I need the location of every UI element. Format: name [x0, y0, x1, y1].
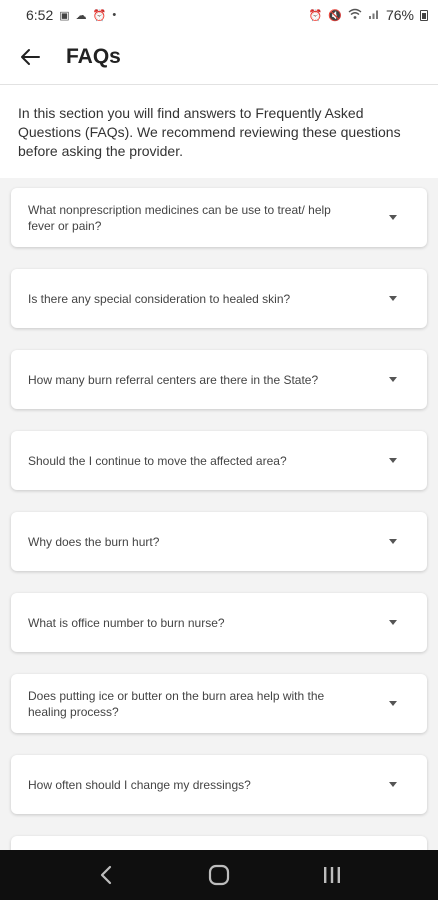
cloud-icon: ☁	[75, 9, 87, 22]
signal-icon	[368, 7, 380, 23]
faq-question: Does putting ice or butter on the burn a…	[28, 688, 325, 719]
status-right: ⏰ 🔇 76%	[309, 7, 428, 23]
mute-icon: 🔇	[328, 9, 342, 22]
faq-item[interactable]: Does putting ice or butter on the burn a…	[11, 674, 427, 733]
chevron-down-icon	[389, 377, 397, 382]
chevron-down-icon	[389, 296, 397, 301]
faq-question: What nonprescription medicines can be us…	[28, 202, 331, 233]
nav-home-icon	[208, 864, 230, 886]
alarm-icon: ⏰	[92, 9, 107, 22]
image-icon: ▣	[59, 9, 70, 22]
alarm-icon: ⏰	[308, 9, 323, 22]
faq-list: What nonprescription medicines can be us…	[0, 178, 438, 850]
faq-item[interactable]: How often should I change my dressings?	[11, 755, 427, 814]
nav-back-button[interactable]	[76, 853, 136, 897]
faq-question: Is there any special consideration to he…	[28, 291, 291, 306]
faq-item[interactable]: What nonprescription medicines can be us…	[11, 188, 427, 247]
back-button[interactable]	[0, 30, 60, 85]
faq-question: Should the I continue to move the affect…	[28, 453, 287, 468]
faq-question: How many burn referral centers are there…	[28, 372, 319, 387]
status-time: 6:52	[26, 7, 54, 23]
battery-percent: 76%	[385, 7, 414, 23]
nav-recents-button[interactable]	[302, 853, 362, 897]
chevron-down-icon	[389, 215, 397, 220]
nav-home-button[interactable]	[189, 853, 249, 897]
faq-question: What is office number to burn nurse?	[28, 615, 225, 630]
status-bar: 6:52 ▣ ☁ ⏰ • ⏰ 🔇 76%	[0, 0, 438, 30]
chevron-down-icon	[389, 620, 397, 625]
chevron-down-icon	[389, 701, 397, 706]
app-bar: FAQs	[0, 30, 438, 85]
faq-item[interactable]: Is there any special consideration to he…	[11, 269, 427, 328]
page-title: FAQs	[66, 45, 121, 68]
system-nav-bar	[0, 850, 438, 900]
faq-question: How often should I change my dressings?	[28, 777, 251, 792]
chevron-down-icon	[389, 458, 397, 463]
faq-list-container[interactable]: What nonprescription medicines can be us…	[0, 178, 438, 850]
faq-item[interactable]: Should the I continue to move the affect…	[11, 431, 427, 490]
battery-icon	[420, 9, 428, 21]
faq-item[interactable]: What is office number to burn nurse?	[11, 593, 427, 652]
faq-item[interactable]: How many burn referral centers are there…	[11, 350, 427, 409]
intro-text: In this section you will find answers to…	[0, 86, 438, 178]
status-left: 6:52 ▣ ☁ ⏰ •	[26, 7, 116, 23]
faq-question: Why does the burn hurt?	[28, 534, 160, 549]
faq-item-partial[interactable]	[11, 836, 427, 850]
chevron-down-icon	[389, 782, 397, 787]
nav-recents-icon	[323, 867, 340, 883]
back-arrow-icon	[21, 49, 40, 65]
chevron-down-icon	[389, 539, 397, 544]
nav-back-icon	[101, 865, 112, 885]
faq-item[interactable]: Why does the burn hurt?	[11, 512, 427, 571]
wifi-icon	[348, 7, 362, 23]
dot-icon: •	[112, 9, 117, 21]
